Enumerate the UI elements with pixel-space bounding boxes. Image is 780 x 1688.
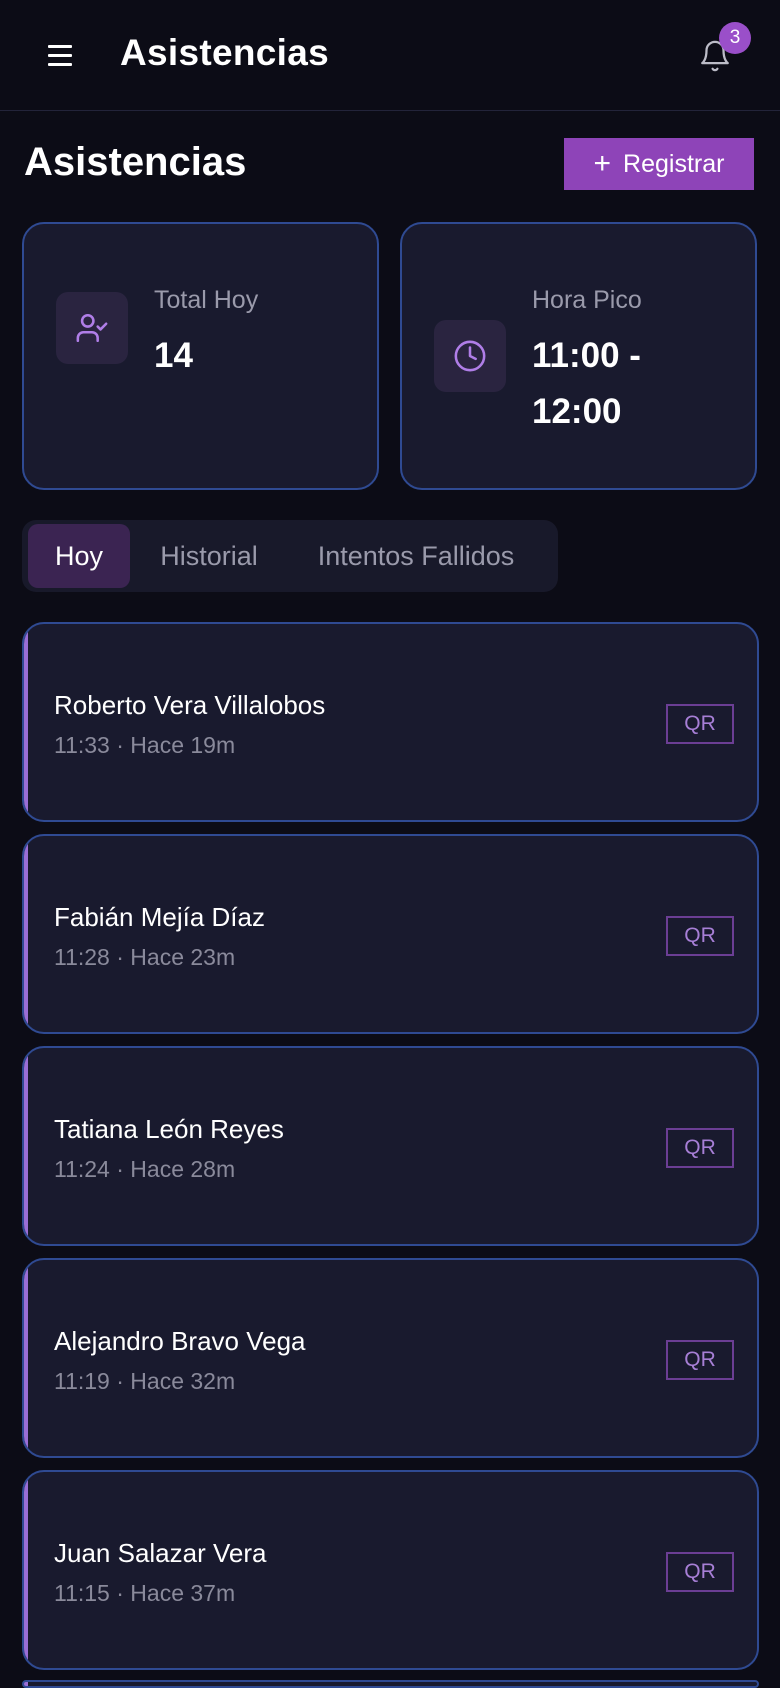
register-button-label: Registrar xyxy=(623,149,725,178)
attendance-item[interactable]: Tatiana León Reyes 11:24 · Hace 28m QR xyxy=(22,1046,759,1246)
attendee-name: Roberto Vera Villalobos xyxy=(54,690,326,720)
menu-icon[interactable] xyxy=(48,40,78,70)
clock-icon xyxy=(434,320,506,392)
attendance-item[interactable]: Roberto Vera Villalobos 11:33 · Hace 19m… xyxy=(22,622,759,822)
method-badge: QR xyxy=(666,1340,734,1380)
method-badge: QR xyxy=(666,916,734,956)
attendance-item[interactable]: Juan Salazar Vera 11:15 · Hace 37m QR xyxy=(22,1470,759,1670)
top-bar: Asistencias 3 xyxy=(0,0,780,111)
attendee-name: Juan Salazar Vera xyxy=(54,1538,267,1568)
attendee-name: Fabián Mejía Díaz xyxy=(54,902,265,932)
attendance-time: 11:24 · Hace 28m xyxy=(54,1156,236,1182)
page-title: Asistencias xyxy=(24,140,247,184)
attendance-item[interactable]: Alejandro Bravo Vega 11:19 · Hace 32m QR xyxy=(22,1258,759,1458)
attendance-item-partial[interactable] xyxy=(22,1680,759,1688)
method-badge: QR xyxy=(666,1128,734,1168)
tab-today[interactable]: Hoy xyxy=(28,524,130,588)
stat-label: Hora Pico xyxy=(532,286,642,314)
tab-failed-attempts[interactable]: Intentos Fallidos xyxy=(300,524,532,588)
attendance-time: 11:33 · Hace 19m xyxy=(54,732,236,758)
user-check-icon xyxy=(56,292,128,364)
stat-card-peak-hour: Hora Pico 11:00 - 12:00 xyxy=(400,222,757,490)
app-title: Asistencias xyxy=(120,32,329,73)
notification-badge[interactable]: 3 xyxy=(719,22,751,54)
attendance-time: 11:15 · Hace 37m xyxy=(54,1580,236,1606)
register-button[interactable]: + Registrar xyxy=(564,138,754,190)
attendee-name: Alejandro Bravo Vega xyxy=(54,1326,306,1356)
attendee-name: Tatiana León Reyes xyxy=(54,1114,284,1144)
method-badge: QR xyxy=(666,704,734,744)
attendance-time: 11:19 · Hace 32m xyxy=(54,1368,236,1394)
plus-icon: + xyxy=(593,147,612,180)
attendance-item[interactable]: Fabián Mejía Díaz 11:28 · Hace 23m QR xyxy=(22,834,759,1034)
stat-card-total-today: Total Hoy 14 xyxy=(22,222,379,490)
attendance-time: 11:28 · Hace 23m xyxy=(54,944,236,970)
stat-value: 11:00 - 12:00 xyxy=(532,336,641,431)
tab-history[interactable]: Historial xyxy=(142,524,276,588)
tab-bar: Hoy Historial Intentos Fallidos xyxy=(22,520,558,592)
method-badge: QR xyxy=(666,1552,734,1592)
stat-value: 14 xyxy=(154,336,193,375)
stat-label: Total Hoy xyxy=(154,286,259,314)
